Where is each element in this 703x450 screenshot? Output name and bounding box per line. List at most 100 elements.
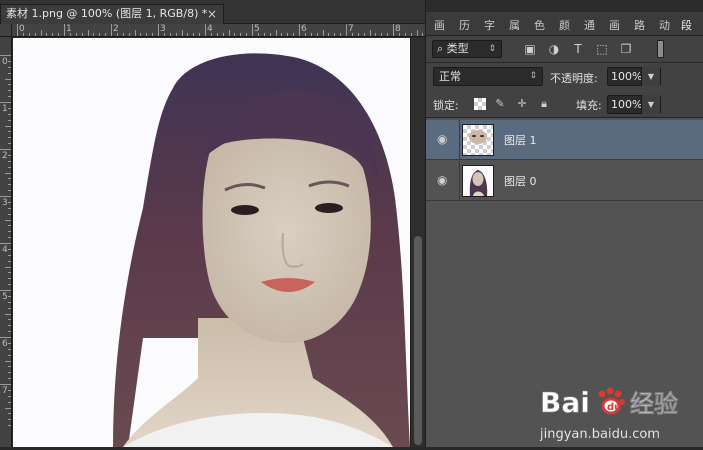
type-filter-icon[interactable]: T bbox=[571, 42, 585, 56]
baidu-logo: Bai du 经验 jingyan.baidu.com bbox=[539, 386, 678, 442]
updown-arrow-icon: ⇕ bbox=[529, 71, 537, 81]
ruler-tick bbox=[8, 307, 11, 309]
portrait-thumbnail bbox=[469, 170, 488, 196]
tab-properties[interactable]: 属 bbox=[509, 16, 520, 36]
ruler-tick bbox=[234, 33, 236, 36]
ruler-tick bbox=[322, 30, 324, 36]
ruler-tick bbox=[28, 33, 30, 36]
ruler-tick bbox=[0, 55, 11, 56]
ruler-tick bbox=[269, 33, 271, 36]
opacity-field[interactable]: 100% ▼ bbox=[607, 67, 661, 86]
layer-name[interactable]: 图层 1 bbox=[504, 132, 537, 148]
eye-icon[interactable]: ◉ bbox=[437, 174, 451, 186]
document-tab[interactable]: 素材 1.png @ 100% (图层 1, RGB/8) * × bbox=[0, 4, 224, 24]
ruler-tick bbox=[87, 30, 89, 36]
opacity-value: 100% bbox=[611, 70, 643, 83]
eye-icon[interactable]: ◉ bbox=[437, 133, 451, 145]
ruler-corner[interactable] bbox=[0, 24, 12, 37]
visibility-column: ◉ bbox=[426, 161, 460, 201]
ruler-tick bbox=[8, 301, 11, 303]
tab-character[interactable]: 字 bbox=[484, 16, 495, 36]
ruler-tick bbox=[416, 30, 418, 36]
ruler-tick bbox=[404, 33, 406, 36]
ruler-tick bbox=[116, 33, 118, 36]
ruler-tick bbox=[122, 33, 124, 36]
ruler-tick bbox=[222, 33, 224, 36]
lock-transparent-pixels-icon[interactable] bbox=[474, 98, 486, 110]
fill-field[interactable]: 100% ▼ bbox=[607, 95, 661, 114]
tab-brush-preset[interactable]: 画 bbox=[609, 16, 620, 36]
adjustment-filter-icon[interactable]: ◑ bbox=[547, 42, 561, 56]
tab-color[interactable]: 色 bbox=[534, 16, 545, 36]
smart-object-filter-icon[interactable]: ❐ bbox=[619, 42, 633, 56]
ruler-tick bbox=[152, 33, 154, 36]
ruler-tick bbox=[128, 33, 130, 36]
vertical-ruler[interactable]: 0 1 2 3 4 5 6 7 bbox=[0, 37, 12, 447]
ruler-tick bbox=[8, 66, 11, 68]
filter-toggle-switch[interactable] bbox=[657, 40, 664, 58]
vertical-scrollbar[interactable] bbox=[410, 38, 425, 447]
tab-swatches[interactable]: 颜 bbox=[559, 16, 570, 36]
dropdown-arrow-icon[interactable]: ▼ bbox=[641, 95, 660, 114]
ruler-tick bbox=[387, 33, 389, 36]
ruler-tick bbox=[58, 33, 60, 36]
ruler-tick bbox=[158, 24, 159, 36]
layer-row-0[interactable]: ◉ 图层 0 bbox=[426, 161, 703, 201]
ruler-tick bbox=[193, 33, 195, 36]
watermark-brand-suffix: 经验 bbox=[630, 390, 678, 418]
kind-filter-select[interactable]: ⌕ 类型 ⇕ bbox=[432, 40, 502, 58]
ruler-tick bbox=[5, 407, 11, 409]
svg-text:du: du bbox=[607, 402, 621, 413]
ruler-tick bbox=[93, 33, 95, 36]
ruler-tick bbox=[75, 33, 77, 36]
ruler-tick bbox=[99, 33, 101, 36]
tab-actions[interactable]: 动 bbox=[659, 16, 670, 36]
layer-thumbnail[interactable] bbox=[462, 124, 494, 156]
layer-thumbnail[interactable] bbox=[462, 165, 494, 197]
ruler-tick bbox=[5, 360, 11, 362]
lock-all-icon[interactable]: 🔒︎ bbox=[537, 97, 551, 111]
close-icon[interactable]: × bbox=[207, 5, 217, 23]
ruler-tick bbox=[346, 24, 347, 36]
horizontal-ruler[interactable]: 012345678 bbox=[12, 24, 425, 37]
shape-filter-icon[interactable]: ⬚ bbox=[595, 42, 609, 56]
lock-fill-row: 锁定: ✎ ✛ 🔒︎ 填充: 100% ▼ bbox=[426, 90, 703, 118]
dropdown-arrow-icon[interactable]: ▼ bbox=[641, 67, 660, 86]
ruler-tick bbox=[375, 33, 377, 36]
ruler-tick bbox=[22, 33, 24, 36]
ruler-tick bbox=[8, 389, 11, 391]
opacity-label: 不透明度: bbox=[550, 72, 598, 85]
image-filter-icon[interactable]: ▣ bbox=[523, 42, 537, 56]
fill-value: 100% bbox=[611, 98, 643, 111]
ruler-tick bbox=[310, 33, 312, 36]
lock-position-icon[interactable]: ✛ bbox=[515, 97, 529, 111]
baidu-jingyan-watermark: Bai du 经验 jingyan.baidu.com bbox=[538, 380, 703, 447]
ruler-tick bbox=[316, 33, 318, 36]
layer-name[interactable]: 图层 0 bbox=[504, 173, 537, 189]
tab-paragraph[interactable]: 段 bbox=[681, 16, 692, 36]
ruler-tick bbox=[169, 33, 171, 36]
ruler-label: 6 bbox=[2, 339, 8, 349]
ruler-tick bbox=[140, 33, 142, 36]
tab-channels[interactable]: 通 bbox=[584, 16, 595, 36]
ruler-tick bbox=[357, 33, 359, 36]
ruler-tick bbox=[0, 337, 11, 338]
ruler-label: 7 bbox=[2, 386, 8, 396]
tab-paths-brush[interactable]: 画 bbox=[434, 16, 445, 36]
ruler-tick bbox=[263, 33, 265, 36]
blend-mode-select[interactable]: 正常 ⇕ bbox=[433, 67, 543, 86]
lock-image-pixels-icon[interactable]: ✎ bbox=[493, 97, 507, 111]
ruler-tick bbox=[304, 33, 306, 36]
tab-paths[interactable]: 路 bbox=[634, 16, 645, 36]
ruler-tick bbox=[8, 284, 11, 286]
updown-arrow-icon: ⇕ bbox=[488, 44, 496, 54]
ruler-tick bbox=[105, 33, 107, 36]
document-tab-title: 素材 1.png @ 100% (图层 1, RGB/8) * bbox=[6, 7, 208, 20]
ruler-tick bbox=[8, 207, 11, 209]
layer-row-1[interactable]: ◉ 图层 1 bbox=[426, 120, 703, 160]
ruler-tick bbox=[381, 33, 383, 36]
canvas[interactable] bbox=[13, 38, 410, 447]
scrollbar-thumb[interactable] bbox=[414, 236, 422, 445]
tab-history[interactable]: 历 bbox=[459, 16, 470, 36]
ruler-tick bbox=[146, 33, 148, 36]
